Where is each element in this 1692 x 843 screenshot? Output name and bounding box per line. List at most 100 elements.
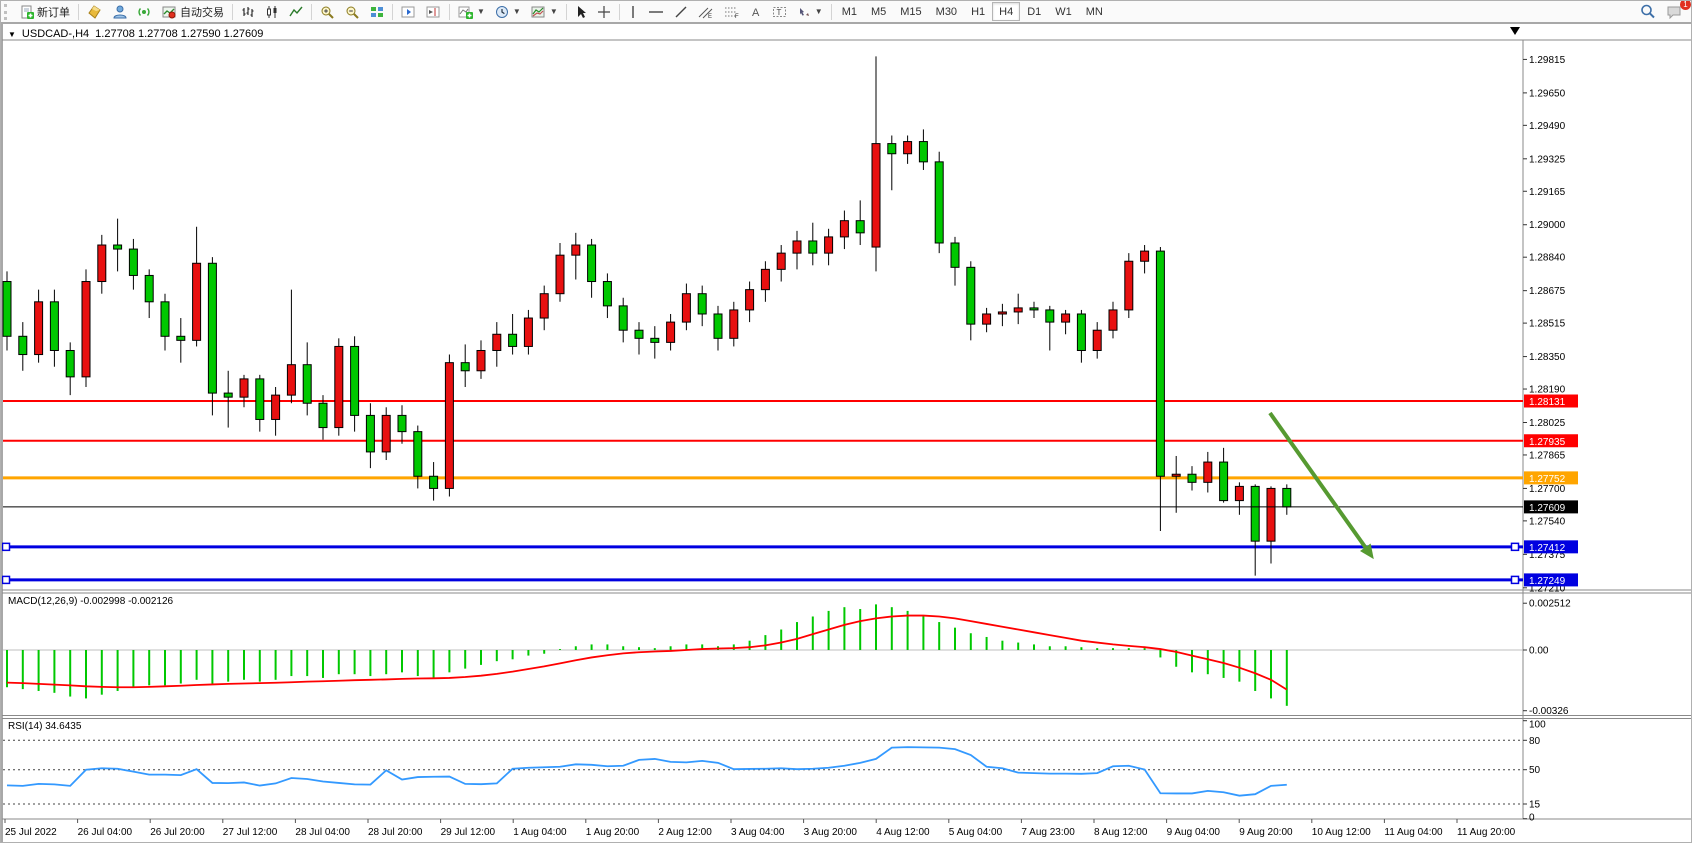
chart-title-bar[interactable]: ▼ USDCAD-,H4 1.27708 1.27708 1.27590 1.2… [8,28,263,40]
periods-button[interactable]: ▼ [490,2,526,22]
trendline-button[interactable] [669,2,693,22]
notifications-button[interactable]: 1 [1661,2,1687,22]
text-button[interactable]: A [745,2,767,22]
candlestick [951,243,959,267]
time-axis-label: 28 Jul 20:00 [368,827,423,838]
candlestick [287,365,295,395]
candlestick [698,294,706,314]
candlestick [667,322,675,342]
candlestick [161,302,169,336]
data-window-button[interactable] [132,2,157,22]
price-axis-label: 1.28350 [1529,352,1566,363]
new-order-label: 新订单 [37,4,70,20]
crosshair-button[interactable] [592,2,616,22]
candlestick [730,310,738,338]
candlestick [651,338,659,342]
candlestick [919,142,927,162]
time-axis-label: 8 Aug 12:00 [1094,827,1148,838]
tile-windows-button[interactable] [365,2,389,22]
line-chart-button[interactable] [284,2,308,22]
candlestick [998,312,1006,314]
search-button[interactable] [1635,2,1661,22]
timeframe-button-h1[interactable]: H1 [964,2,992,21]
candlestick [635,330,643,338]
cursor-button[interactable] [570,2,592,22]
candlestick [303,365,311,404]
timeframe-button-d1[interactable]: D1 [1020,2,1048,21]
new-order-button[interactable]: 新订单 [15,2,75,22]
timeframe-button-m5[interactable]: M5 [864,2,893,21]
signal-icon [137,5,152,19]
candlestick [714,314,722,338]
timeframe-button-m15[interactable]: M15 [893,2,928,21]
line-handle[interactable] [1512,576,1519,583]
candlestick [240,379,248,397]
timeframe-button-m1[interactable]: M1 [835,2,864,21]
candlestick [572,245,580,255]
text-label-icon: T [772,5,787,19]
fibonacci-button[interactable]: F [719,2,745,22]
navigator-button[interactable] [107,2,132,22]
horizontal-line-button[interactable] [643,2,669,22]
trend-arrow-object[interactable] [1270,413,1368,551]
rsi-line [7,747,1287,796]
candlestick [888,144,896,154]
timeframe-button-h4[interactable]: H4 [992,2,1020,21]
indicators-button[interactable]: ▼ [453,2,490,22]
candlestick [1235,486,1243,500]
candlestick [825,237,833,253]
autotrading-label: 自动交易 [180,4,224,20]
rsi-axis-label: 50 [1529,765,1541,776]
rsi-axis-label: 80 [1529,736,1541,747]
candlestick [556,255,564,294]
equidistant-channel-button[interactable]: E [693,2,719,22]
svg-text:T: T [776,8,781,17]
zoom-in-button[interactable] [315,2,340,22]
candlestick [445,363,453,489]
bar-chart-button[interactable] [236,2,260,22]
time-axis-label: 26 Jul 04:00 [78,827,133,838]
text-label-button[interactable]: T [767,2,792,22]
candlestick [509,334,517,346]
time-axis-label: 11 Aug 04:00 [1384,827,1443,838]
cursor-icon [575,5,587,19]
time-axis-label: 9 Aug 04:00 [1167,827,1221,838]
zoom-out-button[interactable] [340,2,365,22]
chart-shift-button[interactable] [421,2,446,22]
macd-axis-label: 0.00 [1529,646,1549,657]
time-axis-label: 9 Aug 20:00 [1239,827,1293,838]
candlestick [351,346,359,415]
candlestick-chart-button[interactable] [260,2,284,22]
auto-scroll-icon [401,5,416,19]
candlestick [1093,330,1101,350]
tile-windows-icon [370,5,384,19]
mt4-terminal: { "toolbar": { "new_order_label": "新订单",… [0,0,1692,843]
autotrading-button[interactable]: 自动交易 [157,2,229,22]
line-handle[interactable] [1512,543,1519,550]
vertical-line-button[interactable] [623,2,643,22]
toolbar-separator [392,4,393,20]
toolbar-separator [232,4,233,20]
toolbar-drag-handle[interactable] [4,4,12,20]
price-tag-label: 1.28131 [1529,397,1566,408]
auto-scroll-button[interactable] [396,2,421,22]
crosshair-icon [597,5,611,19]
autotrading-icon [162,5,177,19]
price-tag-label: 1.27412 [1529,543,1566,554]
timeframe-button-mn[interactable]: MN [1079,2,1110,21]
templates-button[interactable]: ▼ [526,2,563,22]
arrows-button[interactable]: ▼ [792,2,828,22]
toolbar-separator [619,4,620,20]
price-tag-label: 1.27249 [1529,576,1566,587]
line-handle[interactable] [3,543,10,550]
chart-shift-marker[interactable] [1510,27,1520,35]
time-axis-label: 10 Aug 12:00 [1312,827,1371,838]
toolbar-separator [311,4,312,20]
candlestick [1014,308,1022,312]
line-handle[interactable] [3,576,10,583]
chart-canvas[interactable]: 1.298151.296501.294901.293251.291651.290… [2,23,1692,843]
timeframe-button-w1[interactable]: W1 [1048,2,1079,21]
candlestick [256,379,264,420]
market-watch-button[interactable] [82,2,107,22]
timeframe-button-m30[interactable]: M30 [929,2,964,21]
